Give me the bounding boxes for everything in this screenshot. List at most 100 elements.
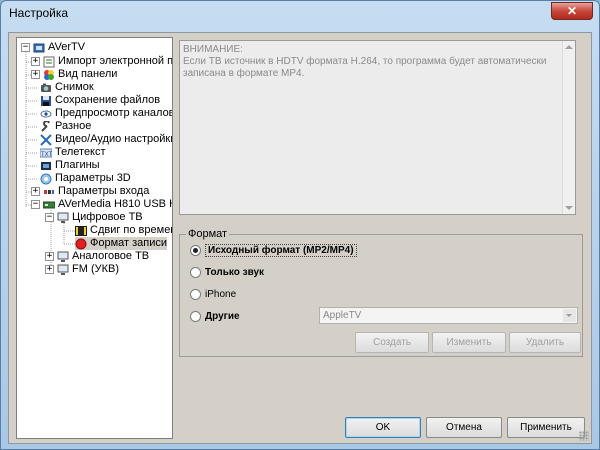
tree-item-digital-tv[interactable]: − Цифровое ТВ xyxy=(45,211,143,224)
tree-item-label: AVerTV xyxy=(48,41,86,53)
delete-button[interactable]: Удалить xyxy=(509,332,581,353)
tree-item-avertv[interactable]: − AVerTV xyxy=(21,41,85,54)
app-icon xyxy=(33,42,45,54)
tree-item-label: Формат записи xyxy=(90,237,168,249)
radio-label: Исходный формат (MP2/MP4) xyxy=(205,243,357,257)
tree-item-input-settings[interactable]: + Параметры входа xyxy=(31,185,149,198)
tree-item-label: FM (УКВ) xyxy=(72,263,119,275)
tree-item-label: Плагины xyxy=(55,159,100,171)
radio-button-icon[interactable] xyxy=(190,244,201,256)
wrench-icon xyxy=(40,119,52,133)
monitor-icon xyxy=(57,212,69,224)
chevron-down-icon[interactable] xyxy=(563,309,576,322)
radio-audio-only[interactable]: Только звук xyxy=(190,265,264,279)
save-disk-icon xyxy=(40,95,52,107)
input-icon xyxy=(43,186,55,198)
ok-button[interactable]: OK xyxy=(345,417,421,438)
resize-grip-icon[interactable] xyxy=(579,431,589,441)
create-button-label: Создать xyxy=(372,337,411,348)
title-bar[interactable]: Настройка ✕ xyxy=(1,1,599,25)
tree-item-label: Разное xyxy=(55,120,92,132)
settings-3d-icon xyxy=(40,173,52,185)
scroll-up-icon[interactable] xyxy=(565,45,573,49)
close-button[interactable]: ✕ xyxy=(551,2,593,20)
plugin-icon xyxy=(40,160,52,172)
tree-expander[interactable]: + xyxy=(31,70,40,79)
tree-item-fm-radio[interactable]: + FM (УКВ) xyxy=(45,263,119,276)
tree-item-channel-preview[interactable]: Предпросмотр каналов xyxy=(40,107,173,120)
tree-expander[interactable]: − xyxy=(31,200,40,209)
radio-other[interactable]: Другие xyxy=(190,309,240,323)
svg-text:TXT: TXT xyxy=(41,152,52,158)
tools-icon xyxy=(40,133,52,146)
camera-icon xyxy=(40,82,52,94)
apply-button-label: Применить xyxy=(520,422,572,433)
profile-dropdown-value: AppleTV xyxy=(323,310,362,321)
notice-scrollbar[interactable] xyxy=(562,41,575,214)
cancel-button[interactable]: Отмена xyxy=(426,417,502,438)
radio-label: iPhone xyxy=(205,288,237,300)
format-group: Формат Исходный формат (MP2/MP4) Только … xyxy=(179,228,583,357)
tree-item-video-audio-settings[interactable]: Видео/Аудио настройки xyxy=(40,133,173,146)
close-icon: ✕ xyxy=(566,4,578,18)
tree-item-label: Цифровое ТВ xyxy=(72,211,143,223)
tree-item-label: Импорт электронной прогр xyxy=(58,55,173,67)
tree-expander[interactable]: + xyxy=(31,187,40,196)
tree-item-timeshift[interactable]: Сдвиг по времени xyxy=(75,224,172,237)
radio-label: Только звук xyxy=(205,266,265,278)
radio-label: Другие xyxy=(205,310,240,322)
tree-expander[interactable]: + xyxy=(31,57,40,66)
tree-expander[interactable]: + xyxy=(45,265,54,274)
tree-item-label: Вид панели xyxy=(58,68,118,80)
format-group-label: Формат xyxy=(186,228,230,240)
tree-item-teletext[interactable]: TXT Телетекст xyxy=(39,146,106,159)
tree-item-label: Параметры 3D xyxy=(55,172,131,184)
timeshift-icon xyxy=(75,225,87,237)
ok-button-label: OK xyxy=(375,422,391,433)
tree-item-epg-import[interactable]: + Импорт электронной прогр xyxy=(31,55,173,68)
monitor-icon xyxy=(57,251,69,263)
tree-item-file-saving[interactable]: Сохранение файлов xyxy=(40,94,160,107)
edit-button[interactable]: Изменить xyxy=(432,332,506,353)
tree-item-label: AVerMedia H810 USB Hybrid xyxy=(58,198,172,210)
tree-item-label: Снимок xyxy=(55,81,94,93)
teletext-icon: TXT xyxy=(39,147,53,159)
dialog-client-area: − AVerTV + Импорт электронной прогр + Ви… xyxy=(8,32,592,444)
radio-iphone[interactable]: iPhone xyxy=(190,287,236,301)
tree-expander[interactable]: + xyxy=(45,252,54,261)
tree-item-analog-tv[interactable]: + Аналоговое ТВ xyxy=(45,250,149,263)
tree-item-label: Предпросмотр каналов xyxy=(55,107,173,119)
window-title: Настройка xyxy=(9,6,69,20)
tree-item-panel-view[interactable]: + Вид панели xyxy=(31,68,117,81)
tree-item-device[interactable]: − AVerMedia H810 USB Hybrid xyxy=(31,198,172,211)
tree-item-plugins[interactable]: Плагины xyxy=(40,159,100,172)
radio-button-icon[interactable] xyxy=(190,266,201,278)
tree-item-label: Аналоговое ТВ xyxy=(72,250,150,262)
profile-dropdown[interactable]: AppleTV xyxy=(319,307,578,324)
tree-item-3d-settings[interactable]: Параметры 3D xyxy=(40,172,131,185)
settings-tree: − AVerTV + Импорт электронной прогр + Ви… xyxy=(16,37,173,439)
device-icon xyxy=(42,199,56,211)
radio-button-icon[interactable] xyxy=(190,310,201,322)
notice-textbox[interactable]: ВНИМАНИЕ: Если ТВ источник в HDTV формат… xyxy=(179,40,576,215)
scroll-down-icon[interactable] xyxy=(565,206,573,210)
eye-icon xyxy=(40,108,52,120)
epg-icon xyxy=(43,56,55,68)
radio-source-format[interactable]: Исходный формат (MP2/MP4) xyxy=(190,243,357,257)
create-button[interactable]: Создать xyxy=(355,332,429,353)
settings-window: Настройка ✕ − AVerTV + Импорт электронно… xyxy=(0,0,600,450)
tree-item-misc[interactable]: Разное xyxy=(40,119,92,133)
radio-button-icon[interactable] xyxy=(190,288,201,300)
panel-view-icon xyxy=(43,69,55,81)
notice-text: ВНИМАНИЕ: Если ТВ источник в HDTV формат… xyxy=(183,44,547,79)
tree-item-record-format[interactable]: Формат записи xyxy=(75,237,168,250)
tree-item-snapshot[interactable]: Снимок xyxy=(40,81,94,94)
tree-expander[interactable]: − xyxy=(45,213,54,222)
tree-item-label: Видео/Аудио настройки xyxy=(55,133,173,145)
tree-item-label: Параметры входа xyxy=(58,185,150,197)
cancel-button-label: Отмена xyxy=(446,422,482,433)
delete-button-label: Удалить xyxy=(525,337,565,348)
apply-button[interactable]: Применить xyxy=(507,417,585,438)
tree-expander[interactable]: − xyxy=(21,43,30,52)
record-icon xyxy=(75,238,87,250)
